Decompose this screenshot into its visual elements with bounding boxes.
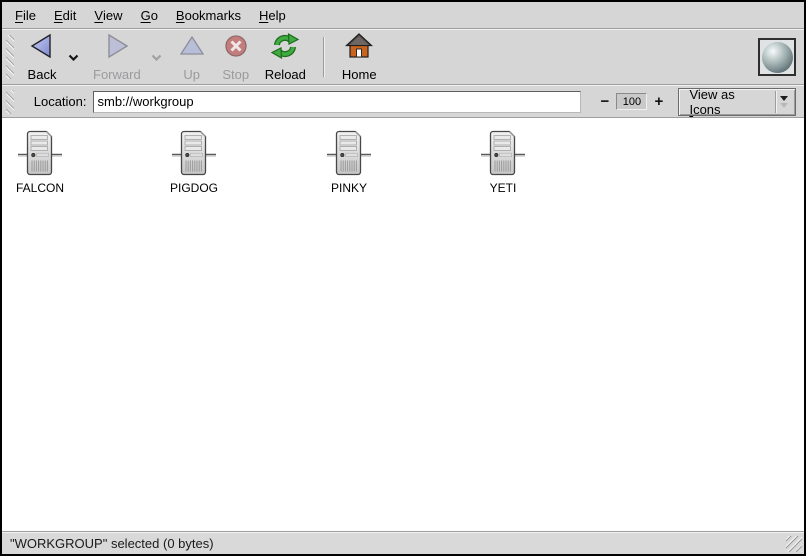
status-text: "WORKGROUP" selected (0 bytes) [10,536,214,551]
up-button[interactable]: Up [170,30,214,84]
file-manager-window: File Edit View Go Bookmarks Help Back [0,0,806,556]
throbber [758,38,796,76]
stop-icon [221,33,251,64]
reload-icon [270,33,300,64]
throbber-globe-icon [762,42,793,73]
toolbar-drag-handle[interactable] [6,35,14,79]
menu-edit[interactable]: Edit [45,2,85,28]
server-label: PIGDOG [156,181,232,195]
server-item-pigdog[interactable]: PIGDOG [156,129,232,195]
zoom-level-indicator[interactable]: 100 [616,93,647,110]
menu-bookmarks[interactable]: Bookmarks [167,2,250,28]
home-label: Home [342,67,377,82]
location-input[interactable] [93,91,582,113]
server-icon [326,129,372,177]
stop-label: Stop [222,67,249,82]
toolbar-separator [323,37,325,77]
icon-view[interactable]: FALCON PIGDOG [2,118,804,532]
forward-icon [102,33,132,64]
view-as-select[interactable]: View as Icons [678,88,796,116]
forward-history-dropdown[interactable] [148,37,166,77]
server-label: FALCON [2,181,78,195]
home-icon [344,33,374,64]
view-as-dropdown-icon [776,91,792,113]
back-label: Back [28,67,57,82]
stop-button[interactable]: Stop [214,30,258,84]
locationbar-drag-handle[interactable] [6,90,14,114]
zoom-out-button[interactable]: − [598,95,611,109]
back-button[interactable]: Back [20,30,64,84]
up-label: Up [183,67,200,82]
forward-label: Forward [93,67,141,82]
up-icon [177,33,207,64]
back-icon [27,33,57,64]
toolbar: Back Forward Up [2,29,804,85]
server-label: YETI [465,181,541,195]
forward-button[interactable]: Forward [86,30,148,84]
reload-label: Reload [265,67,306,82]
location-bar: Location: − 100 + View as Icons [2,85,804,118]
menu-view[interactable]: View [85,2,131,28]
home-button[interactable]: Home [335,30,384,84]
status-bar: "WORKGROUP" selected (0 bytes) [2,532,804,554]
reload-button[interactable]: Reload [258,30,313,84]
server-icon [171,129,217,177]
server-icon [17,129,63,177]
menu-go[interactable]: Go [132,2,167,28]
server-item-falcon[interactable]: FALCON [2,129,78,195]
back-history-dropdown[interactable] [64,37,82,77]
server-item-pinky[interactable]: PINKY [311,129,387,195]
menu-help[interactable]: Help [250,2,295,28]
location-label: Location: [34,94,87,109]
zoom-in-button[interactable]: + [652,95,665,109]
resize-grip[interactable] [786,536,802,552]
menu-bar: File Edit View Go Bookmarks Help [2,2,804,29]
server-icon [480,129,526,177]
zoom-control: − 100 + [598,93,665,110]
server-item-yeti[interactable]: YETI [465,129,541,195]
server-label: PINKY [311,181,387,195]
menu-file[interactable]: File [6,2,45,28]
view-as-label: View as Icons [689,87,766,117]
